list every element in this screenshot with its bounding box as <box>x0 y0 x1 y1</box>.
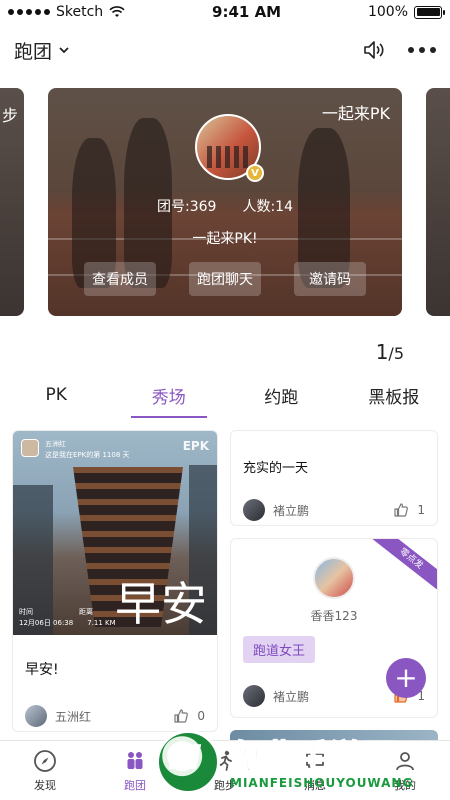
team-chat-button[interactable]: 跑团聊天 <box>189 262 261 296</box>
wifi-icon <box>109 6 125 17</box>
status-bar: Sketch 9:41 AM 100% <box>0 0 450 24</box>
avatar <box>21 439 39 457</box>
group-tag: 跑道女王 <box>243 636 316 663</box>
post-text: 充实的一天 <box>243 461 309 476</box>
signal-icon <box>8 9 50 15</box>
watermark-title: 免费手游网 <box>227 737 399 779</box>
group-icon <box>127 751 143 769</box>
header-actions <box>362 39 436 61</box>
nav-label: 发现 <box>34 778 56 792</box>
invite-code-button[interactable]: 邀请码 <box>294 262 366 296</box>
photo-author: 五洲红 <box>45 440 66 448</box>
app-screen: Sketch 9:41 AM 100% 跑团 步 一起来PK V 团号:369 … <box>0 0 450 800</box>
speaker-icon[interactable] <box>362 39 386 61</box>
team-switcher[interactable]: 跑团 <box>14 37 70 64</box>
thumbs-up-icon <box>174 709 189 723</box>
team-actions: 查看成员 跑团聊天 邀请码 <box>84 262 366 296</box>
chevron-down-icon <box>59 47 69 54</box>
team-number: 团号:369 <box>157 199 217 215</box>
post-footer: 褚立鹏 1 <box>231 495 437 525</box>
battery-percent: 100% <box>367 4 408 20</box>
watermark-logo-letter: M <box>168 738 202 778</box>
post-photo[interactable]: 五洲红 这是我在EPK的第 1108 天 EPK 早安 时间 距离 12月06日… <box>13 431 217 635</box>
photo-day-count: 这是我在EPK的第 1108 天 <box>45 451 130 459</box>
carousel-next-card[interactable] <box>426 88 450 316</box>
carrier-label: Sketch <box>56 4 104 20</box>
prev-card-text: 步 <box>2 106 19 125</box>
distance-label: 距离 <box>79 608 93 616</box>
post-text: 早安! <box>25 662 59 678</box>
carousel-pager: 1/5 <box>376 340 404 364</box>
corner-ribbon: 零点发 <box>366 539 437 597</box>
tab-showcase[interactable]: 秀场 <box>113 370 226 420</box>
status-left: Sketch <box>8 4 125 20</box>
author-name: 五洲红 <box>55 709 92 724</box>
photo-run-stats: 时间 距离 12月06日 06:38 7.11 KM <box>19 607 116 629</box>
tab-run-together[interactable]: 约跑 <box>225 370 338 420</box>
site-watermark: M 免费手游网 MIANFEISHOUYOUWANG <box>150 726 450 800</box>
like-button[interactable]: 1 <box>393 502 425 518</box>
post-author[interactable]: 褚立鹏 <box>243 685 309 707</box>
team-card[interactable]: 一起来PK V 团号:369 人数:14 一起来PK! 查看成员 跑团聊天 邀请… <box>48 88 402 316</box>
photo-header: 五洲红 这是我在EPK的第 1108 天 <box>21 439 130 461</box>
group-name: 香香123 <box>310 609 358 623</box>
like-count: 1 <box>417 503 425 517</box>
time-value: 12月06日 06:38 <box>19 619 74 627</box>
card-tag: 一起来PK <box>321 104 390 123</box>
view-members-button[interactable]: 查看成员 <box>84 262 156 296</box>
team-carousel[interactable]: 步 一起来PK V 团号:369 人数:14 一起来PK! 查看成员 跑团聊天 … <box>0 88 450 320</box>
like-count: 0 <box>197 709 205 723</box>
status-time: 9:41 AM <box>212 3 282 21</box>
pager-current: 1 <box>375 340 389 364</box>
post-author[interactable]: 五洲红 <box>25 705 91 727</box>
like-button[interactable]: 0 <box>173 708 205 724</box>
epk-logo: EPK <box>182 439 209 453</box>
carousel-prev-card[interactable]: 步 <box>0 88 24 316</box>
page-title: 跑团 <box>14 40 53 63</box>
nav-discover[interactable]: 发现 <box>0 741 90 800</box>
member-count: 人数:14 <box>242 199 293 215</box>
watermark-subtitle: MIANFEISHOUYOUWANG <box>230 776 414 790</box>
team-slogan: 一起来PK! <box>192 231 258 247</box>
photo-post-card[interactable]: 五洲红 这是我在EPK的第 1108 天 EPK 早安 时间 距离 12月06日… <box>12 430 218 732</box>
group-avatar <box>313 557 355 599</box>
author-name: 褚立鹏 <box>273 689 310 704</box>
nav-label: 跑团 <box>124 778 146 792</box>
content-tabs: PK 秀场 约跑 黑板报 <box>0 370 450 420</box>
author-name: 褚立鹏 <box>273 503 310 518</box>
tab-pk[interactable]: PK <box>0 370 113 420</box>
team-stats: 团号:369 人数:14 <box>48 196 402 216</box>
verified-badge: V <box>246 164 264 182</box>
thumbs-up-icon <box>394 503 409 517</box>
distance-value: 7.11 KM <box>87 619 116 627</box>
battery-icon <box>414 5 445 19</box>
time-label: 时间 <box>19 608 33 616</box>
photo-meta: 五洲红 这是我在EPK的第 1108 天 <box>45 439 130 461</box>
post-author[interactable]: 褚立鹏 <box>243 499 309 521</box>
pager-total: /5 <box>388 344 404 363</box>
header: 跑团 <box>0 24 450 76</box>
photo-overlay-text: 早安 <box>115 577 207 631</box>
tab-blackboard[interactable]: 黑板报 <box>338 370 450 420</box>
more-icon[interactable] <box>408 47 436 53</box>
avatar <box>243 499 265 521</box>
status-right: 100% <box>367 4 445 20</box>
add-post-button[interactable]: + <box>386 658 426 698</box>
avatar <box>25 705 47 727</box>
avatar <box>243 685 265 707</box>
compass-icon <box>34 749 56 772</box>
text-post-card[interactable]: 充实的一天 褚立鹏 1 <box>230 430 438 526</box>
